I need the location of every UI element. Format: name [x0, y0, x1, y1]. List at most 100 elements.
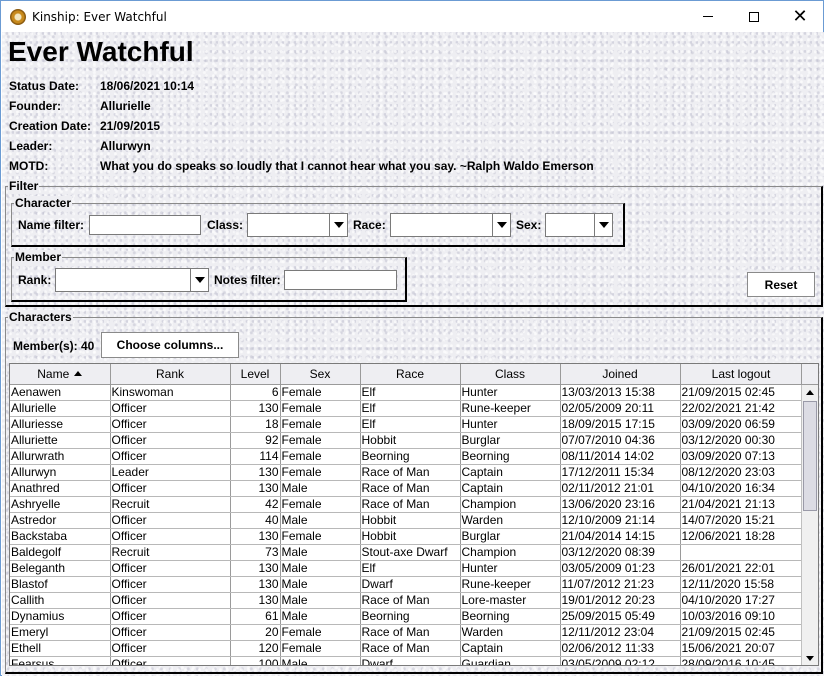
table-cell: 12/11/2012 23:04 — [560, 624, 681, 641]
column-header-label: Race — [395, 366, 424, 381]
column-header-level[interactable]: Level — [230, 364, 281, 385]
table-cell: Burglar — [460, 528, 561, 545]
table-cell: Hunter — [460, 416, 561, 433]
table-cell: Captain — [460, 640, 561, 657]
table-cell: 130 — [230, 560, 281, 577]
table-cell: Officer — [110, 432, 231, 449]
table-cell: 17/12/2011 15:34 — [560, 464, 681, 481]
table-cell: 03/09/2020 06:59 — [680, 416, 803, 433]
character-filter-group: Character Name filter: Class: Race: Sex: — [11, 196, 625, 247]
title-bar[interactable]: Kinship: Ever Watchful ✕ — [1, 1, 823, 32]
table-cell: Officer — [110, 512, 231, 529]
column-header-last-logout[interactable]: Last logout — [680, 364, 803, 385]
table-cell: Rune-keeper — [460, 400, 561, 417]
table-cell: Female — [280, 496, 361, 513]
table-cell: Elf — [360, 384, 461, 401]
table-cell: Female — [280, 400, 361, 417]
table-cell: Female — [280, 640, 361, 657]
table-row[interactable]: Anathred Officer 130 Male Race of Man Captain… — [10, 480, 803, 497]
race-filter-select[interactable] — [390, 213, 511, 237]
info-label: MOTD: — [9, 159, 49, 173]
rank-filter-select[interactable] — [55, 268, 209, 292]
notes-filter-input[interactable] — [284, 270, 397, 290]
column-header-sex[interactable]: Sex — [280, 364, 361, 385]
table-row[interactable]: Emeryl Officer 20 Female Race of Man Warden 12… — [10, 624, 803, 641]
table-row[interactable]: Callith Officer 130 Male Race of Man Lore-mas… — [10, 592, 803, 609]
table-cell: 02/05/2009 20:11 — [560, 400, 681, 417]
table-row[interactable]: Ashryelle Recruit 42 Female Race of Man Champ… — [10, 496, 803, 513]
table-row[interactable]: Allurielle Officer 130 Female Elf Rune-keeper… — [10, 400, 803, 417]
column-header-class[interactable]: Class — [460, 364, 561, 385]
table-row[interactable]: Alluriette Officer 92 Female Hobbit Burglar 07… — [10, 432, 803, 449]
close-icon: ✕ — [792, 6, 808, 27]
scroll-up-icon[interactable] — [802, 385, 818, 399]
table-row[interactable]: Alluriesse Officer 18 Female Elf Hunter 18/09/… — [10, 416, 803, 433]
column-header-label: Last logout — [711, 366, 771, 381]
table-cell: Race of Man — [360, 624, 461, 641]
class-filter-select[interactable] — [247, 213, 348, 237]
window-controls: ✕ — [685, 1, 823, 32]
table-cell: Warden — [460, 512, 561, 529]
chevron-down-icon[interactable] — [329, 214, 347, 236]
table-cell: Female — [280, 416, 361, 433]
scrollbar-thumb[interactable] — [803, 401, 817, 511]
table-row[interactable]: Ethell Officer 120 Female Race of Man Captain… — [10, 640, 803, 657]
table-cell: 02/11/2012 21:01 — [560, 480, 681, 497]
table-cell: 26/01/2021 22:01 — [680, 560, 803, 577]
column-header-name[interactable]: Name — [10, 364, 111, 385]
table-cell: Elf — [360, 400, 461, 417]
table-row[interactable]: Dynamius Officer 61 Male Beorning Beorning 25/… — [10, 608, 803, 625]
scroll-down-icon[interactable] — [802, 651, 818, 665]
sex-filter-label: Sex: — [516, 218, 542, 232]
table-cell: Male — [280, 608, 361, 625]
table-cell: Male — [280, 576, 361, 593]
table-row[interactable]: Beleganth Officer 130 Male Elf Hunter 03/05/20… — [10, 560, 803, 577]
table-row[interactable]: Astredor Officer 40 Male Hobbit Warden 12/10/2… — [10, 512, 803, 529]
table-cell: Officer — [110, 640, 231, 657]
choose-columns-button[interactable]: Choose columns... — [101, 332, 239, 358]
member-count: Member(s): 40 — [13, 339, 95, 353]
table-cell: Allurwyn — [10, 464, 111, 481]
reset-button[interactable]: Reset — [747, 272, 815, 297]
table-row[interactable]: Allurwrath Officer 114 Female Beorning Beorni… — [10, 448, 803, 465]
table-cell: Elf — [360, 560, 461, 577]
table-cell: Officer — [110, 528, 231, 545]
table-row[interactable]: Baldegolf Recruit 73 Male Stout-axe Dwarf Cha… — [10, 544, 803, 561]
kinship-name: Ever Watchful — [8, 36, 194, 67]
table-cell: Dynamius — [10, 608, 111, 625]
table-row[interactable]: Aenawen Kinswoman 6 Female Elf Hunter 13/03/20… — [10, 384, 803, 401]
table-cell: 12/10/2009 21:14 — [560, 512, 681, 529]
column-header-joined[interactable]: Joined — [560, 364, 681, 385]
name-filter-input[interactable] — [89, 215, 201, 235]
table-cell: 130 — [230, 592, 281, 609]
column-header-rank[interactable]: Rank — [110, 364, 231, 385]
chevron-down-icon[interactable] — [190, 269, 208, 291]
minimize-button[interactable] — [685, 1, 731, 32]
member-filter-group: Member Rank: Notes filter: — [11, 250, 407, 302]
table-row[interactable]: Blastof Officer 130 Male Dwarf Rune-keeper 11/… — [10, 576, 803, 593]
vertical-scrollbar[interactable] — [801, 385, 818, 665]
table-cell: 21/09/2015 02:45 — [680, 384, 803, 401]
table-cell: Allurwrath — [10, 448, 111, 465]
ring-icon — [10, 8, 26, 25]
table-cell: Hobbit — [360, 528, 461, 545]
table-cell: Female — [280, 432, 361, 449]
table-cell: Female — [280, 384, 361, 401]
column-header-race[interactable]: Race — [360, 364, 461, 385]
table-cell: Male — [280, 544, 361, 561]
table-cell — [680, 544, 803, 561]
characters-grid: Name Rank Level Sex Race Class Joined La… — [10, 364, 803, 665]
table-row[interactable]: Backstaba Officer 130 Female Hobbit Burglar 21… — [10, 528, 803, 545]
table-row[interactable]: Allurwyn Leader 130 Female Race of Man Captai… — [10, 464, 803, 481]
maximize-button[interactable] — [731, 1, 777, 32]
table-cell: 61 — [230, 608, 281, 625]
sex-filter-select[interactable] — [545, 213, 613, 237]
table-row[interactable]: Fearsus Officer 100 Male Dwarf Guardian 03/05/… — [10, 656, 803, 665]
info-value: 18/06/2021 10:14 — [100, 79, 195, 93]
chevron-down-icon[interactable] — [492, 214, 510, 236]
table-cell: 03/12/2020 08:39 — [560, 544, 681, 561]
characters-table[interactable]: Name Rank Level Sex Race Class Joined La… — [9, 363, 819, 666]
close-button[interactable]: ✕ — [777, 1, 823, 32]
table-cell: 03/05/2009 02:12 — [560, 656, 681, 665]
chevron-down-icon[interactable] — [594, 214, 612, 236]
